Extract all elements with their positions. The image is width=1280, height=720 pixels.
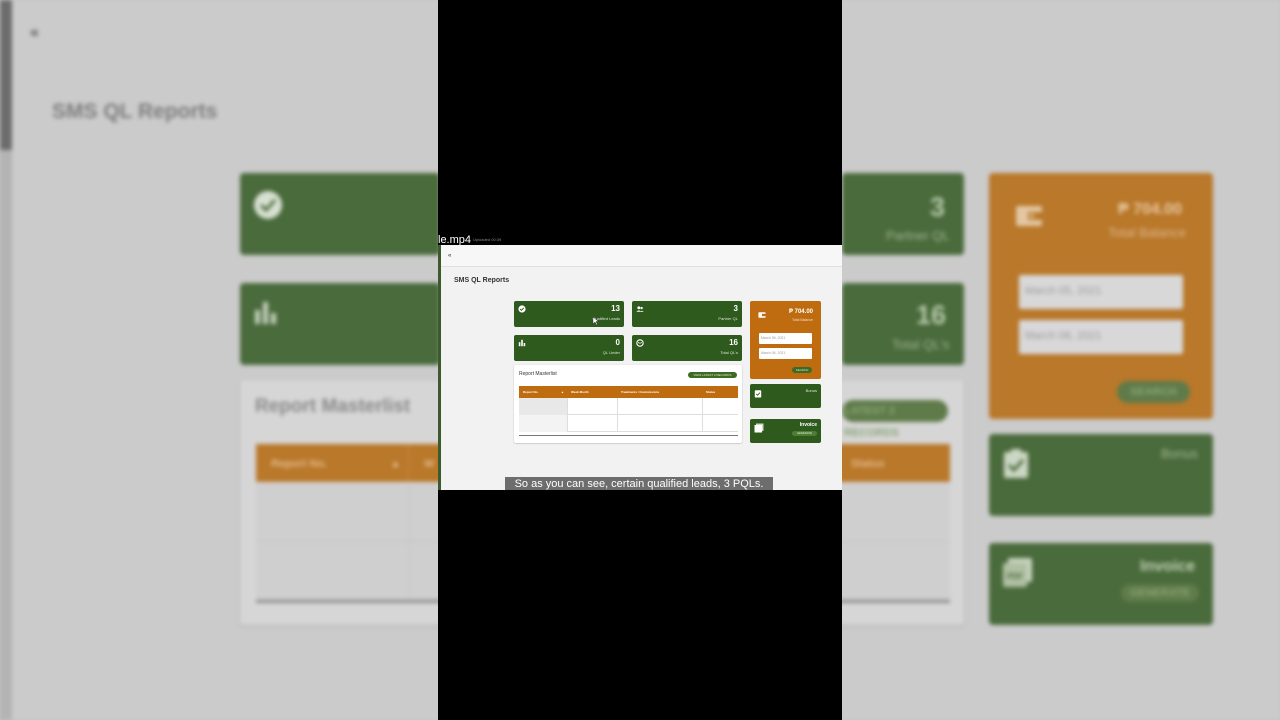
bg-check-circle-icon bbox=[254, 191, 282, 219]
total-balance-amount: ₱ 704.00 bbox=[788, 309, 813, 315]
video-subtitle: So as you can see, certain qualified lea… bbox=[505, 477, 773, 491]
col-week-month[interactable]: Week Month bbox=[571, 390, 589, 394]
qualified-leads-number: 13 bbox=[611, 304, 620, 313]
report-masterlist-title: Report Masterlist bbox=[519, 371, 557, 377]
app-screen: « « SMS QL Reports 13 Qualified Leads 3 … bbox=[441, 245, 842, 490]
clipboard-check-icon bbox=[754, 390, 762, 398]
bg-total-qls-label: Total QL's bbox=[892, 337, 950, 352]
bg-col-status: Status bbox=[851, 458, 885, 470]
invoice-label: Invoice bbox=[799, 422, 817, 428]
bg-date-to: March 06, 2021 bbox=[1019, 320, 1183, 354]
ql-under-label: QL Under bbox=[602, 350, 620, 355]
total-balance-label: Total Balance bbox=[791, 318, 813, 322]
table-scrollbar[interactable] bbox=[519, 435, 738, 436]
bg-qualified-leads-card bbox=[240, 173, 440, 255]
bg-total-qls-number: 16 bbox=[916, 300, 947, 330]
mouse-cursor-icon bbox=[592, 316, 600, 326]
partner-ql-label: Partner QL bbox=[718, 316, 738, 321]
bg-invoice-label: Invoice bbox=[1140, 558, 1196, 575]
bg-left-strip bbox=[0, 0, 12, 720]
col-status[interactable]: Status bbox=[706, 390, 715, 394]
generate-button[interactable]: GENERATE bbox=[792, 431, 817, 436]
bg-col-week: W bbox=[424, 458, 435, 470]
bg-generate-button: GENERATE bbox=[1121, 584, 1199, 602]
invoice-card: Invoice GENERATE bbox=[750, 419, 821, 443]
globe-icon bbox=[636, 339, 644, 347]
bonus-label: Bonus bbox=[805, 388, 817, 393]
bg-partner-ql-label: Partner QL bbox=[886, 228, 950, 243]
col-report-no[interactable]: Report No. bbox=[523, 390, 538, 394]
col-treatments[interactable]: Treatments / Commissions bbox=[621, 390, 659, 394]
svg-text:PDF: PDF bbox=[1007, 572, 1023, 581]
bg-view-latest-button: LATEST 2 RECORDS bbox=[842, 400, 948, 439]
partner-ql-card[interactable]: 3 Partner QL bbox=[632, 301, 742, 327]
qualified-leads-card[interactable]: 13 Qualified Leads bbox=[514, 301, 624, 327]
bg-bonus-label: Bonus bbox=[1161, 446, 1198, 461]
search-button[interactable]: SEARCH bbox=[792, 367, 812, 373]
bg-clipboard-check-icon bbox=[1004, 449, 1028, 478]
ql-under-number: 0 bbox=[615, 338, 620, 347]
date-from-input[interactable]: March 05, 2021 bbox=[759, 333, 812, 344]
balance-card: ₱ 704.00 Total Balance March 05, 2021 Ma… bbox=[750, 301, 821, 379]
bg-search-button: SEARCH bbox=[1117, 381, 1190, 403]
wallet-icon bbox=[758, 312, 766, 318]
bg-ql-under-card bbox=[240, 283, 440, 365]
table-row[interactable] bbox=[519, 398, 738, 415]
table-row[interactable] bbox=[519, 415, 738, 432]
bg-balance-amount: ₱ 704.00 bbox=[1118, 201, 1183, 218]
bg-report-masterlist-title: Report Masterlist bbox=[255, 396, 411, 417]
bonus-card[interactable]: Bonus bbox=[750, 384, 821, 408]
bg-sort-icon: ▲ bbox=[390, 458, 401, 470]
pdf-file-icon bbox=[754, 423, 764, 433]
bg-date-from: March 05, 2021 bbox=[1019, 275, 1183, 309]
bg-page-title: SMS QL Reports bbox=[52, 100, 218, 123]
bg-collapse-icon: « bbox=[30, 24, 39, 41]
bg-col-report-no: Report No. bbox=[271, 458, 328, 470]
report-table-header: Report No. ▲ Week Month Treatments / Com… bbox=[519, 386, 738, 398]
bg-wallet-icon bbox=[1016, 206, 1042, 226]
bg-partner-ql-number: 3 bbox=[930, 192, 946, 222]
total-qls-card[interactable]: 16 Total QL's bbox=[632, 335, 742, 361]
bg-bar-chart-icon bbox=[255, 302, 276, 324]
users-icon bbox=[636, 306, 644, 312]
collapse-sidebar-icon-top[interactable]: « bbox=[448, 253, 451, 259]
bg-pdf-file-icon: PDF bbox=[1003, 558, 1032, 587]
bar-chart-icon bbox=[518, 339, 526, 347]
total-qls-label: Total QL's bbox=[720, 350, 738, 355]
total-qls-number: 16 bbox=[729, 338, 738, 347]
ql-under-card[interactable]: 0 QL Under bbox=[514, 335, 624, 361]
date-to-input[interactable]: March 06, 2021 bbox=[759, 348, 812, 359]
video-file-meta: Uploaded 00:39 bbox=[473, 237, 502, 242]
view-latest-records-button[interactable]: VIEW LATEST 2 RECORDS bbox=[688, 372, 737, 378]
top-bar bbox=[441, 245, 842, 267]
check-circle-icon bbox=[518, 305, 526, 313]
page-title: SMS QL Reports bbox=[454, 277, 510, 284]
bg-balance-label: Total Balance bbox=[1108, 225, 1187, 240]
partner-ql-number: 3 bbox=[733, 304, 738, 313]
report-masterlist-panel: Report Masterlist VIEW LATEST 2 RECORDS … bbox=[514, 365, 742, 443]
sort-icon[interactable]: ▲ bbox=[561, 390, 564, 394]
